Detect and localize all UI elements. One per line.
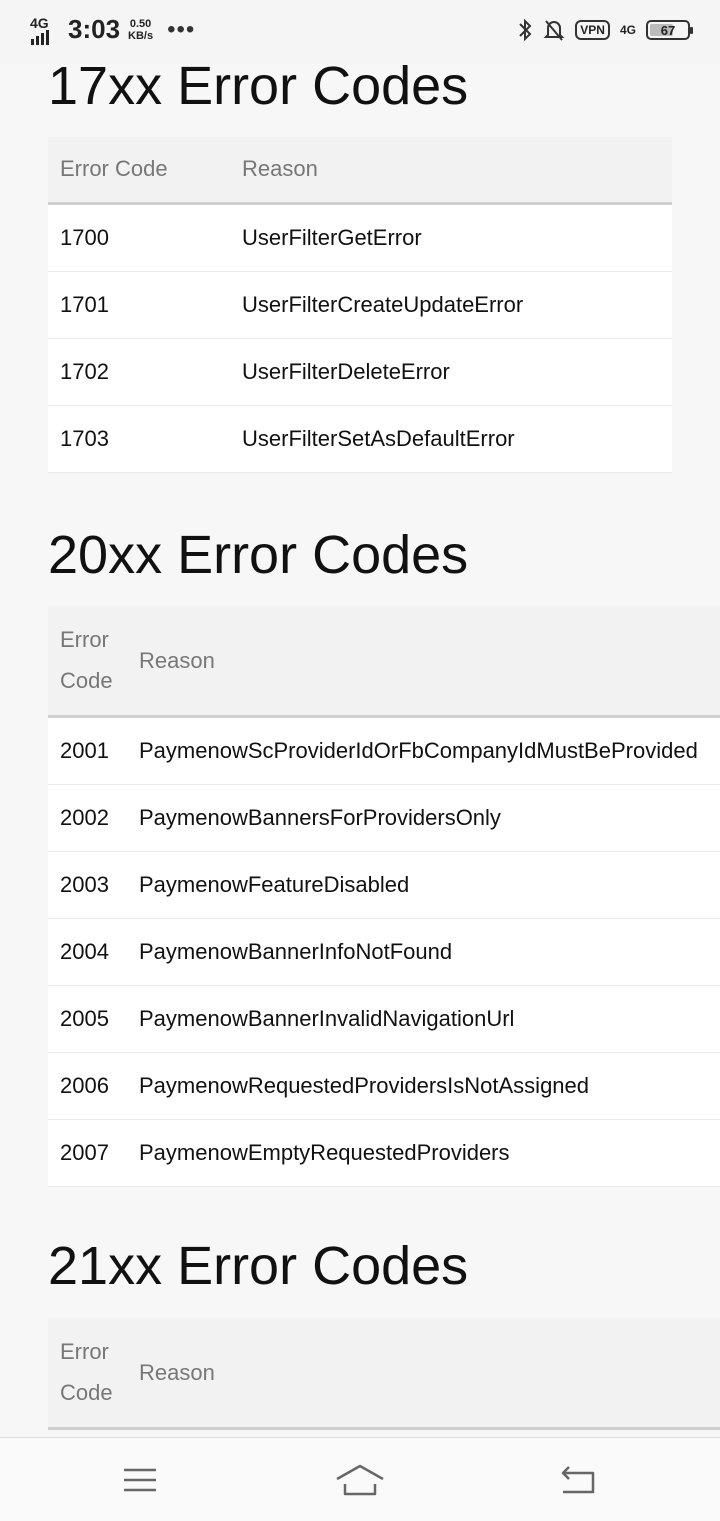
error-table-20xx[interactable]: Error Code Reason 2001 PaymenowScProvide…	[48, 606, 720, 1187]
bluetooth-icon	[519, 18, 532, 42]
home-icon	[336, 1464, 384, 1496]
error-code: 2003	[48, 851, 127, 919]
error-reason: PaymenowBannersForProvidersOnly	[127, 784, 720, 852]
error-code: 2005	[48, 985, 127, 1053]
more-notifications-icon: •••	[167, 15, 196, 43]
back-button[interactable]	[548, 1460, 608, 1500]
battery-percent: 67	[660, 23, 676, 38]
menu-icon	[124, 1468, 156, 1492]
column-header-reason: Reason	[127, 1318, 720, 1430]
page-content: 17xx Error Codes Error Code Reason 1700 …	[0, 0, 720, 1440]
error-reason: PaymenowFeatureDisabled	[127, 851, 720, 919]
status-bar: 4G 3:03 0.50 KB/s ••• VPN 4G 67	[0, 0, 720, 64]
navigation-bar	[0, 1437, 720, 1521]
error-reason: UserFilterGetError	[230, 203, 672, 272]
column-header-error-code: Error Code	[48, 137, 230, 205]
bell-off-icon	[543, 20, 565, 41]
column-header-error-code: Error Code	[48, 1318, 127, 1430]
table-header-row: Error Code Reason	[48, 137, 672, 205]
table-row: 2006 PaymenowRequestedProvidersIsNotAssi…	[48, 1052, 720, 1120]
section-title-17xx: 17xx Error Codes	[48, 56, 469, 116]
error-reason: PaymenowScProviderIdOrFbCompanyIdMustBeP…	[127, 716, 720, 785]
battery-icon: 67	[646, 20, 693, 40]
table-header-row: Error Code Reason	[48, 606, 720, 718]
table-row: 2005 PaymenowBannerInvalidNavigationUrl	[48, 985, 720, 1053]
error-table-17xx: Error Code Reason 1700 UserFilterGetErro…	[48, 137, 672, 473]
signal-icon: 4G	[30, 15, 60, 45]
error-reason: PaymenowEmptyRequestedProviders	[127, 1119, 720, 1187]
error-reason: UserFilterSetAsDefaultError	[230, 405, 672, 473]
table-row: 2004 PaymenowBannerInfoNotFound	[48, 918, 720, 986]
error-code: 1702	[48, 338, 230, 406]
table-row: 1702 UserFilterDeleteError	[48, 338, 672, 406]
table-row: 2001 PaymenowScProviderIdOrFbCompanyIdMu…	[48, 716, 720, 785]
error-reason: UserFilterCreateUpdateError	[230, 271, 672, 339]
error-reason: PaymenowRequestedProvidersIsNotAssigned	[127, 1052, 720, 1120]
section-title-21xx: 21xx Error Codes	[48, 1236, 469, 1296]
menu-button[interactable]	[110, 1460, 170, 1500]
home-button[interactable]	[330, 1460, 390, 1500]
table-row: 2007 PaymenowEmptyRequestedProviders	[48, 1119, 720, 1187]
error-code: 1701	[48, 271, 230, 339]
column-header-reason: Reason	[127, 606, 720, 718]
error-code: 1700	[48, 203, 230, 272]
error-code: 1703	[48, 405, 230, 473]
error-code: 2001	[48, 716, 127, 785]
table-row: 1701 UserFilterCreateUpdateError	[48, 271, 672, 339]
error-code: 2004	[48, 918, 127, 986]
error-reason: PaymenowBannerInvalidNavigationUrl	[127, 985, 720, 1053]
mobile-data-label: 4G	[619, 23, 636, 37]
column-header-error-code: Error Code	[48, 606, 127, 718]
table-row: 2003 PaymenowFeatureDisabled	[48, 851, 720, 919]
status-time: 3:03	[68, 14, 121, 44]
error-code: 2002	[48, 784, 127, 852]
table-row: 1703 UserFilterSetAsDefaultError	[48, 405, 672, 473]
table-row: 1700 UserFilterGetError	[48, 203, 672, 272]
error-reason: UserFilterDeleteError	[230, 338, 672, 406]
table-header-row: Error Code Reason	[48, 1318, 720, 1430]
error-table-21xx[interactable]: Error Code Reason	[48, 1318, 720, 1430]
vpn-badge: VPN	[575, 20, 610, 40]
network-type-label: 4G	[30, 14, 49, 31]
column-header-reason: Reason	[230, 137, 672, 205]
error-reason: PaymenowBannerInfoNotFound	[127, 918, 720, 986]
error-code: 2006	[48, 1052, 127, 1120]
error-code: 2007	[48, 1119, 127, 1187]
back-icon	[561, 1466, 595, 1494]
section-title-20xx: 20xx Error Codes	[48, 525, 469, 585]
table-row: 2002 PaymenowBannersForProvidersOnly	[48, 784, 720, 852]
network-speed: 0.50 KB/s	[128, 17, 154, 42]
